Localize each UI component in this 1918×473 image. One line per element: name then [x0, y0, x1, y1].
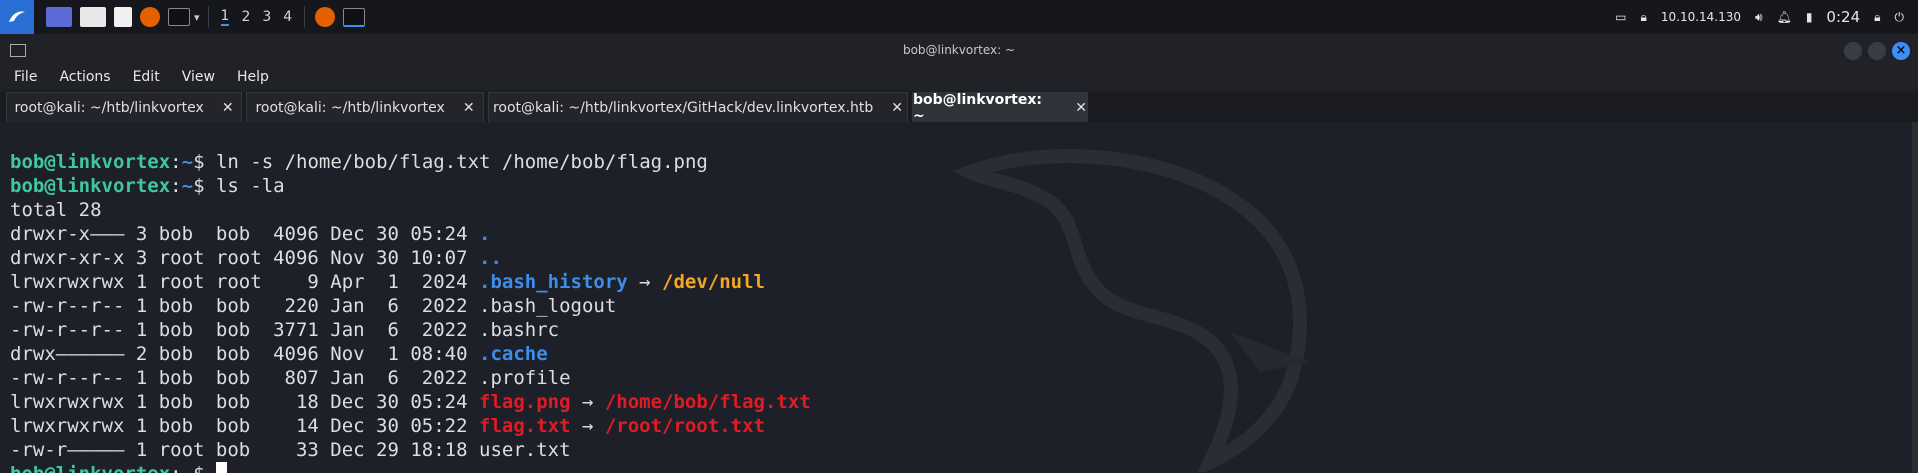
file-meta: -rw-r————— 1 root bob 33 Dec 29 18:18	[10, 439, 479, 461]
close-tab-icon[interactable]: ✕	[891, 100, 903, 116]
tab-label: bob@linkvortex: ~	[913, 91, 1043, 124]
file-meta: lrwxrwxrwx 1 root root 9 Apr 1 2024	[10, 271, 479, 293]
volume-icon[interactable]: 🔊︎	[1755, 10, 1763, 25]
chevron-down-icon[interactable]: ▾	[194, 11, 200, 24]
workspace-1[interactable]: 1	[220, 8, 230, 26]
file-manager-icon[interactable]	[80, 7, 106, 27]
show-desktop-icon[interactable]	[46, 7, 72, 27]
terminal-lines: bob@linkvortex:~$ ln -s /home/bob/flag.t…	[10, 126, 811, 473]
menu-actions[interactable]: Actions	[59, 69, 110, 85]
file-meta: drwxr-xr-x 3 root root 4096 Nov 30 10:07	[10, 247, 479, 269]
file-meta: lrwxrwxrwx 1 bob bob 18 Dec 30 05:24	[10, 391, 479, 413]
terminal-icon[interactable]	[168, 8, 190, 26]
listing-row: -rw-r--r-- 1 bob bob 807 Jan 6 2022 .pro…	[10, 367, 571, 389]
file-meta: lrwxrwxrwx 1 bob bob 14 Dec 30 05:22	[10, 415, 479, 437]
output-total: total 28	[10, 199, 102, 221]
command-text: ln -s /home/bob/flag.txt /home/bob/flag.…	[215, 151, 708, 173]
workspace-4[interactable]: 4	[283, 9, 292, 25]
tab-root-linkvortex-1[interactable]: root@kali: ~/htb/linkvortex ✕	[6, 92, 242, 122]
listing-row: drwx—————— 2 bob bob 4096 Nov 1 08:40 .c…	[10, 343, 548, 365]
menu-edit[interactable]: Edit	[133, 69, 160, 85]
terminal-scrollbar[interactable]	[1912, 122, 1918, 473]
listing-row: lrwxrwxrwx 1 bob bob 18 Dec 30 05:24 fla…	[10, 391, 811, 413]
file-meta: -rw-r--r-- 1 bob bob 807 Jan 6 2022	[10, 367, 479, 389]
kali-dragon-watermark-icon	[952, 149, 1310, 472]
listing-row: lrwxrwxrwx 1 root root 9 Apr 1 2024 .bas…	[10, 271, 765, 293]
close-tab-icon[interactable]: ✕	[222, 100, 234, 116]
menu-view[interactable]: View	[182, 69, 215, 85]
workspace-switcher: 1 2 3 4	[207, 6, 299, 28]
text-cursor	[215, 462, 227, 473]
menu-bar: File Actions Edit View Help	[0, 64, 1918, 90]
file-name: flag.txt	[479, 415, 571, 437]
close-button[interactable]: ×	[1892, 42, 1910, 60]
display-icon[interactable]: ▭	[1615, 10, 1626, 24]
lock-screen-icon[interactable]: 🔒︎	[1874, 10, 1880, 25]
window-titlebar: bob@linkvortex: ~ ×	[0, 34, 1918, 68]
symlink-arrow: →	[627, 271, 663, 293]
file-name: .bash_logout	[479, 295, 617, 317]
terminal-window-icon[interactable]	[343, 7, 366, 27]
command-text: ls -la	[215, 175, 285, 197]
symlink-arrow: →	[570, 391, 605, 413]
window-title: bob@linkvortex: ~	[902, 43, 1016, 57]
maximize-button[interactable]	[1868, 42, 1886, 60]
file-name: .cache	[479, 343, 548, 365]
tab-root-linkvortex-2[interactable]: root@kali: ~/htb/linkvortex ✕	[246, 92, 484, 122]
workspace-2[interactable]: 2	[241, 9, 250, 25]
prompt-line: bob@linkvortex:~$	[10, 462, 227, 473]
ip-address: 10.10.14.130	[1660, 10, 1742, 24]
symlink-target: /home/bob/flag.txt	[604, 391, 811, 413]
file-name: .bashrc	[479, 319, 560, 341]
file-name: ..	[479, 247, 502, 269]
power-icon[interactable]: ⏻	[1895, 10, 1905, 25]
kali-menu-icon[interactable]	[0, 0, 34, 34]
workspace-3[interactable]: 3	[262, 9, 271, 25]
file-meta: -rw-r--r-- 1 bob bob 3771 Jan 6 2022	[10, 319, 479, 341]
battery-icon[interactable]: ▮	[1806, 10, 1813, 24]
firefox-window-icon[interactable]	[315, 7, 336, 27]
notification-bell-icon[interactable]: 🔔︎	[1777, 10, 1792, 24]
file-name: .bash_history	[479, 271, 628, 293]
file-name: flag.png	[479, 391, 571, 413]
menu-help[interactable]: Help	[237, 69, 269, 85]
menu-file[interactable]: File	[14, 69, 37, 85]
tab-bar: root@kali: ~/htb/linkvortex ✕ root@kali: …	[0, 91, 1918, 124]
clock[interactable]: 0:24	[1826, 8, 1860, 26]
tab-bob-linkvortex[interactable]: bob@linkvortex: ~ ✕	[912, 91, 1088, 124]
listing-row: drwxr-x——— 3 bob bob 4096 Dec 30 05:24 .	[10, 223, 490, 245]
vpn-lock-icon: 🔒︎	[1640, 9, 1647, 24]
listing-row: lrwxrwxrwx 1 bob bob 14 Dec 30 05:22 fla…	[10, 415, 765, 437]
listing-row: -rw-r--r-- 1 bob bob 3771 Jan 6 2022 .ba…	[10, 319, 559, 341]
text-editor-icon[interactable]	[114, 7, 132, 27]
prompt-line: bob@linkvortex:~$ ln -s /home/bob/flag.t…	[10, 151, 708, 173]
symlink-arrow: →	[570, 415, 605, 437]
file-meta: drwx—————— 2 bob bob 4096 Nov 1 08:40	[10, 343, 479, 365]
close-tab-icon[interactable]: ✕	[463, 100, 475, 116]
listing-row: -rw-r————— 1 root bob 33 Dec 29 18:18 us…	[10, 439, 571, 461]
minimize-button[interactable]	[1844, 42, 1862, 60]
listing-row: drwxr-xr-x 3 root root 4096 Nov 30 10:07…	[10, 247, 502, 269]
tab-label: root@kali: ~/htb/linkvortex	[14, 99, 204, 116]
file-meta: drwxr-x——— 3 bob bob 4096 Dec 30 05:24	[10, 223, 479, 245]
file-name: .profile	[479, 367, 571, 389]
symlink-target: /dev/null	[662, 271, 765, 293]
taskbar: ▾ 1 2 3 4 ▭ 🔒︎ 10.10.14.130 🔊︎ 🔔︎ ▮ 0:24…	[0, 0, 1918, 34]
terminal-output[interactable]: bob@linkvortex:~$ ln -s /home/bob/flag.t…	[0, 122, 1918, 473]
file-name: .	[479, 223, 491, 245]
tab-label: root@kali: ~/htb/linkvortex/GitHack/dev.…	[492, 99, 874, 116]
firefox-icon[interactable]	[140, 7, 160, 27]
prompt-line: bob@linkvortex:~$ ls -la	[10, 175, 285, 197]
file-meta: -rw-r--r-- 1 bob bob 220 Jan 6 2022	[10, 295, 479, 317]
file-name: user.txt	[479, 439, 571, 461]
system-tray: ▭ 🔒︎ 10.10.14.130 🔊︎ 🔔︎ ▮ 0:24 🔒︎ ⏻	[1615, 0, 1918, 34]
symlink-target: /root/root.txt	[604, 415, 765, 437]
tab-root-githack[interactable]: root@kali: ~/htb/linkvortex/GitHack/dev.…	[488, 92, 908, 122]
listing-row: -rw-r--r-- 1 bob bob 220 Jan 6 2022 .bas…	[10, 295, 616, 317]
tab-label: root@kali: ~/htb/linkvortex	[255, 99, 445, 116]
close-tab-icon[interactable]: ✕	[1075, 100, 1087, 116]
